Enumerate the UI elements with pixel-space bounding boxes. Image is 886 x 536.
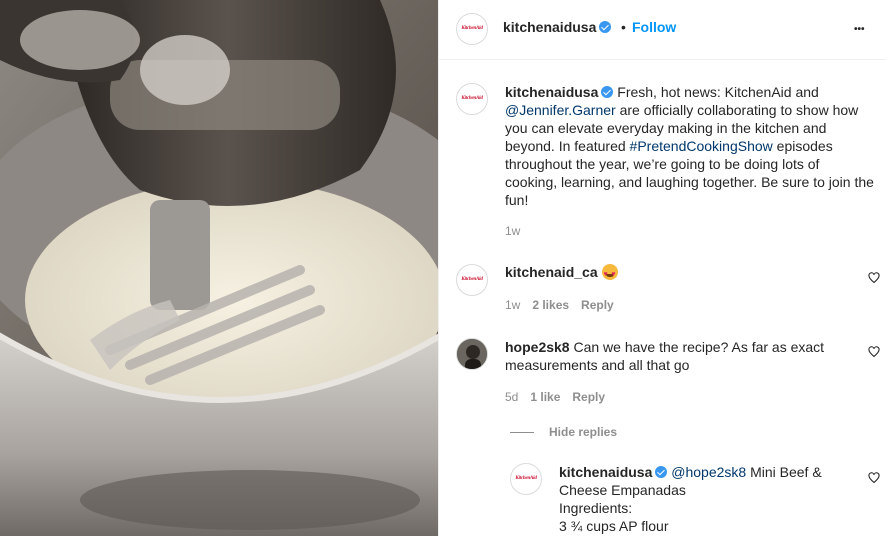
reply-button[interactable]: Reply [581, 298, 614, 312]
comment-time[interactable]: 5d [505, 390, 518, 404]
caption-text: kitchenaidusa Fresh, hot news: KitchenAi… [505, 83, 875, 209]
verified-badge-icon [655, 466, 668, 478]
author-username-text[interactable]: kitchenaidusa [503, 19, 596, 35]
stand-mixer-image [0, 0, 438, 536]
comment-avatar[interactable] [456, 338, 488, 370]
reply-line-3: 3 ¾ cups AP flour [559, 518, 669, 534]
comment-text: hope2sk8 Can we have the recipe? As far … [505, 338, 855, 374]
reply-username[interactable]: kitchenaidusa [559, 464, 652, 480]
caption-username[interactable]: kitchenaidusa [505, 84, 598, 100]
comment-meta: 5d 1 like Reply [505, 390, 617, 404]
mention-link[interactable]: @Jennifer.Garner [505, 102, 616, 118]
comment-meta: 1w 2 likes Reply [505, 298, 626, 312]
caption-time[interactable]: 1w [505, 224, 520, 238]
author-avatar[interactable]: KitchenAid [456, 13, 488, 45]
comment-username[interactable]: kitchenaid_ca [505, 264, 598, 280]
follow-button[interactable]: Follow [632, 19, 676, 35]
heart-eyes-emoji-icon [601, 264, 618, 284]
kitchenaid-logo: KitchenAid [515, 476, 537, 481]
comment-text: kitchenaid_ca [505, 263, 618, 284]
user-photo [457, 339, 487, 369]
reply-mention-link[interactable]: @hope2sk8 [671, 464, 746, 480]
reply-button[interactable]: Reply [572, 390, 605, 404]
caption-part-1: Fresh, hot news: KitchenAid and [617, 84, 819, 100]
author-username[interactable]: kitchenaidusa [503, 19, 612, 35]
like-heart-icon[interactable] [868, 472, 880, 484]
comment-likes[interactable]: 1 like [530, 390, 560, 404]
like-heart-icon[interactable] [868, 346, 880, 358]
kitchenaid-logo: KitchenAid [461, 96, 483, 101]
reply-avatar[interactable]: KitchenAid [510, 463, 542, 495]
verified-badge-icon [599, 21, 612, 33]
comment-avatar[interactable]: KitchenAid [456, 264, 488, 296]
reply-text: kitchenaidusa @hope2sk8 Mini Beef & Chee… [559, 463, 849, 535]
comment-time[interactable]: 1w [505, 298, 520, 312]
post-media[interactable] [0, 0, 438, 536]
replies-divider-line [510, 432, 534, 433]
header-separator: • [621, 19, 626, 35]
comment-likes[interactable]: 2 likes [532, 298, 569, 312]
post-header: KitchenAid kitchenaidusa • Follow ••• [439, 0, 886, 60]
like-heart-icon[interactable] [868, 272, 880, 284]
kitchenaid-logo: KitchenAid [461, 277, 483, 282]
hide-replies-button[interactable]: Hide replies [549, 425, 617, 439]
reply-line-2: Ingredients: [559, 500, 633, 516]
comment-username[interactable]: hope2sk8 [505, 339, 570, 355]
caption-avatar[interactable]: KitchenAid [456, 83, 488, 115]
verified-badge-icon [601, 86, 614, 98]
kitchenaid-logo: KitchenAid [461, 26, 483, 31]
more-options-icon[interactable]: ••• [854, 24, 865, 35]
post-panel: KitchenAid kitchenaidusa • Follow ••• Ki… [438, 0, 886, 536]
hashtag-link[interactable]: #PretendCookingShow [630, 138, 773, 154]
